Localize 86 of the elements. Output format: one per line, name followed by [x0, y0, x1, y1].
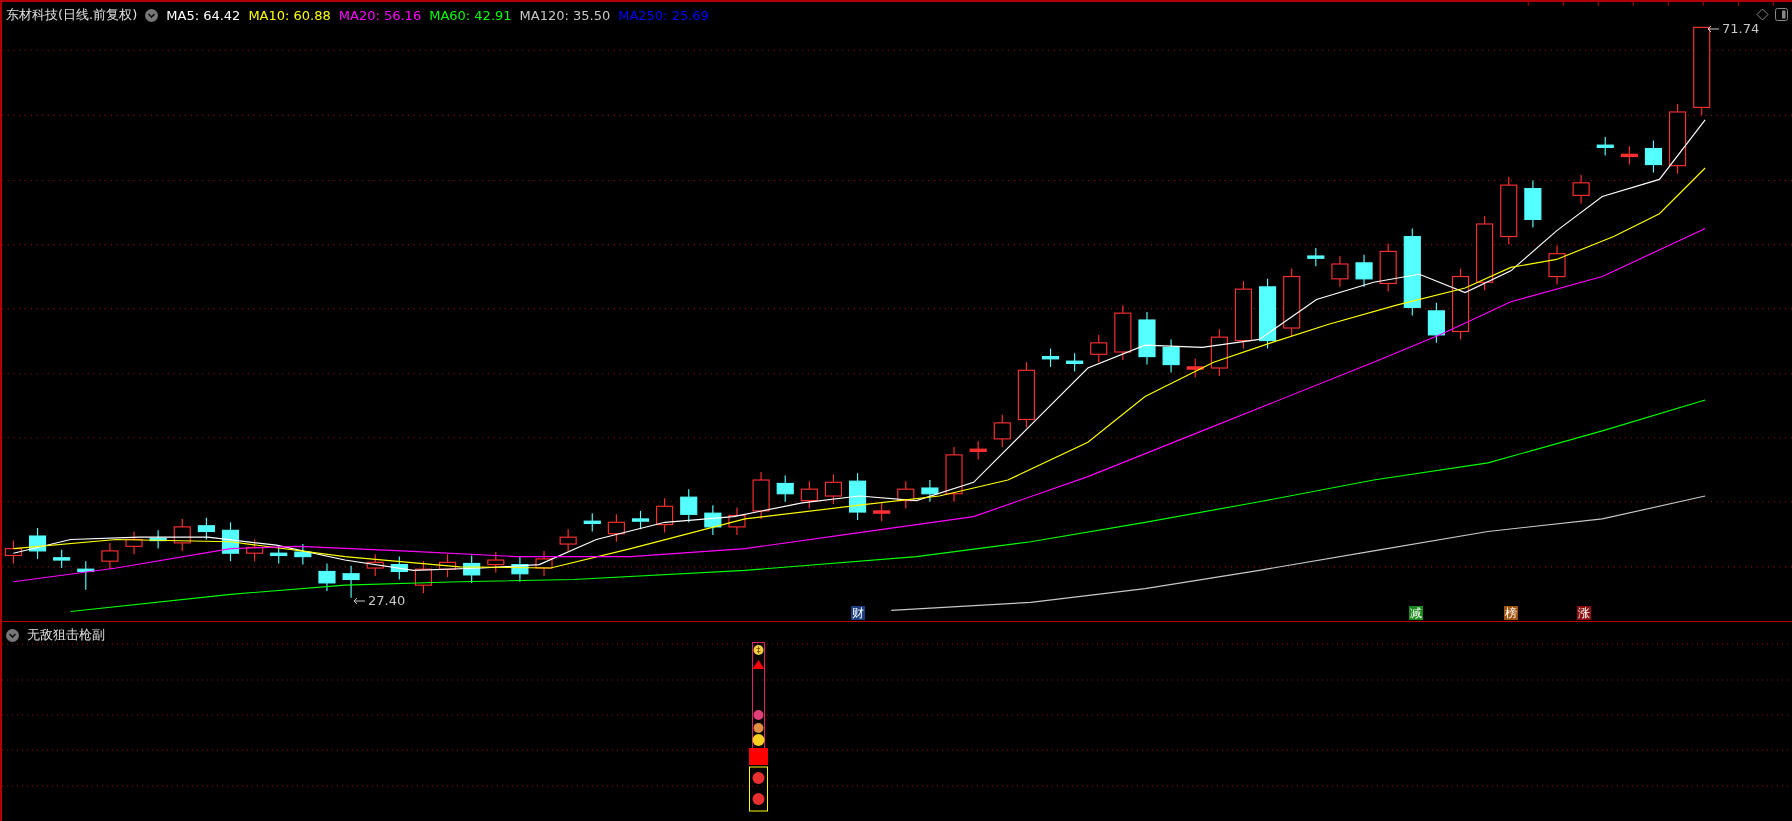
arrow-icon [1706, 24, 1720, 33]
moving-average-value: MA60: 42.91 [429, 7, 512, 23]
panel-toggle-icon[interactable] [1775, 8, 1788, 21]
candle [487, 551, 505, 574]
moving-average-value: MA120: 35.50 [519, 7, 611, 23]
dropdown-icon[interactable] [6, 628, 19, 642]
candle [945, 446, 963, 503]
candle [1644, 139, 1663, 174]
moving-average-value: MA250: 25.69 [618, 7, 709, 23]
candle [1138, 311, 1156, 366]
candle [1620, 145, 1638, 166]
candle [1283, 268, 1301, 337]
candle [1066, 352, 1084, 372]
candle [993, 414, 1011, 448]
candle [1596, 136, 1614, 156]
candle [390, 556, 408, 581]
candle [728, 506, 746, 536]
event-marker[interactable]: 涨 [1577, 606, 1591, 620]
event-marker[interactable]: 财 [851, 606, 865, 620]
candle [1500, 176, 1518, 246]
candle [559, 528, 577, 553]
candle [824, 473, 843, 505]
candle [704, 504, 722, 536]
candle [1234, 280, 1253, 350]
candle [1451, 268, 1470, 340]
high-price-label: 71.74 [1722, 21, 1760, 36]
candle [149, 529, 167, 550]
candle [1259, 278, 1277, 350]
candle [1355, 254, 1373, 288]
candle [897, 480, 915, 510]
candle [1379, 242, 1397, 292]
candle [873, 502, 891, 522]
candle [1548, 245, 1566, 286]
event-marker[interactable]: 减 [1409, 606, 1423, 620]
moving-average-value: MA10: 60.88 [248, 7, 331, 23]
candle [125, 530, 143, 555]
candle [173, 518, 191, 552]
candle [246, 538, 264, 562]
candle [656, 497, 674, 534]
candle [1162, 338, 1180, 374]
dropdown-icon[interactable] [145, 8, 159, 22]
candle [439, 553, 457, 578]
candle [221, 521, 240, 562]
candle [800, 480, 818, 510]
candle [1331, 255, 1349, 288]
candle [1307, 247, 1325, 267]
candle [342, 565, 360, 599]
candle [969, 440, 987, 460]
candle [463, 554, 481, 584]
candle [1114, 304, 1132, 361]
candle [414, 560, 432, 594]
candle [680, 488, 698, 523]
candle [921, 479, 939, 503]
candle [1669, 103, 1687, 175]
candle [53, 549, 71, 569]
candle [366, 553, 384, 577]
event-marker[interactable]: 榜 [1504, 606, 1518, 620]
moving-average-value: MA5: 64.42 [166, 7, 241, 23]
candle [511, 556, 529, 583]
candle [197, 517, 215, 541]
chart-title: 东材科技(日线.前复权) [6, 6, 138, 24]
candle [4, 540, 22, 565]
candle [1090, 334, 1108, 363]
low-price-label: 27.40 [368, 593, 406, 608]
candle [318, 562, 336, 592]
candle [849, 472, 867, 521]
candle [607, 513, 625, 543]
candle [101, 542, 119, 570]
candle [1041, 348, 1060, 368]
candle [752, 471, 770, 520]
candle [631, 510, 650, 530]
moving-average-value: MA20: 56.16 [338, 7, 422, 23]
candle [583, 512, 601, 533]
candle [29, 527, 47, 560]
candle [1186, 358, 1204, 378]
candle [535, 550, 553, 577]
candle [1427, 302, 1445, 344]
arrow-icon [352, 596, 366, 605]
candle [1524, 180, 1542, 228]
candle [1572, 174, 1590, 204]
indicator-title: 无敌狙击枪副 [27, 626, 105, 644]
candle [1210, 328, 1228, 377]
candle [294, 543, 312, 566]
candle [77, 560, 95, 591]
candle [1017, 361, 1035, 428]
candle [776, 474, 794, 503]
